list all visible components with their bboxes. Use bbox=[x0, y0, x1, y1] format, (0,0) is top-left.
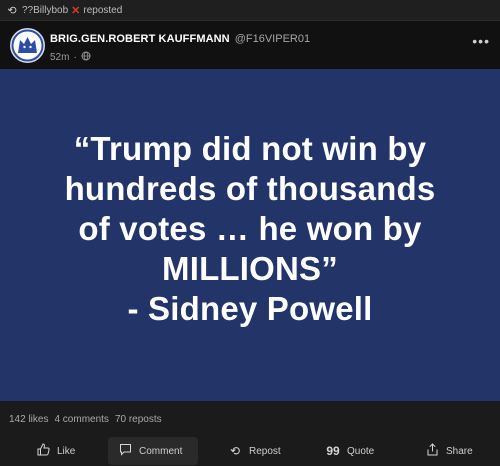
likes-count[interactable]: 142 likes bbox=[9, 414, 48, 425]
repost-button[interactable]: ⟲ Repost bbox=[218, 437, 291, 465]
comment-icon bbox=[118, 443, 132, 459]
meta-separator: · bbox=[73, 52, 77, 63]
repost-label: Repost bbox=[249, 445, 281, 457]
post-image[interactable]: “Trump did not win by hundreds of thousa… bbox=[0, 69, 500, 401]
share-button[interactable]: Share bbox=[415, 437, 483, 465]
author-display-name[interactable]: BRIG.GEN.ROBERT KAUFFMANN bbox=[50, 33, 230, 45]
action-bar: Like Comment ⟲ Repost 99 Quote Share bbox=[0, 436, 500, 466]
author-handle[interactable]: @F16VIPER01 bbox=[235, 33, 310, 45]
comments-count[interactable]: 4 comments bbox=[54, 414, 108, 425]
reposted-label: reposted bbox=[83, 4, 123, 16]
like-label: Like bbox=[57, 445, 76, 457]
thumbs-up-icon bbox=[36, 443, 50, 459]
quote-line: “Trump did not win by bbox=[73, 130, 427, 167]
reposter-name[interactable]: ??Billybob bbox=[22, 5, 68, 16]
quote-text: “Trump did not win by hundreds of thousa… bbox=[0, 129, 500, 329]
quote-label: Quote bbox=[347, 445, 375, 457]
repost-bar: ⟲ ??Billybob ✕ reposted bbox=[0, 0, 500, 21]
more-options-button[interactable]: ••• bbox=[472, 33, 490, 49]
share-label: Share bbox=[446, 445, 473, 457]
comment-button[interactable]: Comment bbox=[108, 437, 198, 465]
post-header: BRIG.GEN.ROBERT KAUFFMANN @F16VIPER01 52… bbox=[0, 21, 500, 69]
share-icon bbox=[425, 443, 439, 459]
globe-icon bbox=[81, 51, 91, 64]
post-stats: 142 likes 4 comments 70 reposts bbox=[9, 414, 162, 425]
comment-label: Comment bbox=[139, 445, 183, 457]
quote-icon: 99 bbox=[326, 444, 340, 458]
wolf-logo-avatar bbox=[11, 29, 44, 62]
repost-icon: ⟲ bbox=[7, 4, 17, 17]
post-time[interactable]: 52m bbox=[50, 52, 69, 63]
quote-line: MILLIONS” bbox=[162, 250, 338, 287]
quote-button[interactable]: 99 Quote bbox=[316, 437, 384, 465]
avatar[interactable] bbox=[10, 28, 45, 63]
repost-icon: ⟲ bbox=[229, 444, 241, 458]
reposts-count[interactable]: 70 reposts bbox=[115, 414, 162, 425]
quote-line: - Sidney Powell bbox=[127, 290, 373, 327]
like-button[interactable]: Like bbox=[26, 437, 85, 465]
quote-line: of votes … he won by bbox=[78, 210, 422, 247]
x-mark-icon: ✕ bbox=[71, 4, 81, 17]
quote-line: hundreds of thousands bbox=[64, 170, 436, 207]
